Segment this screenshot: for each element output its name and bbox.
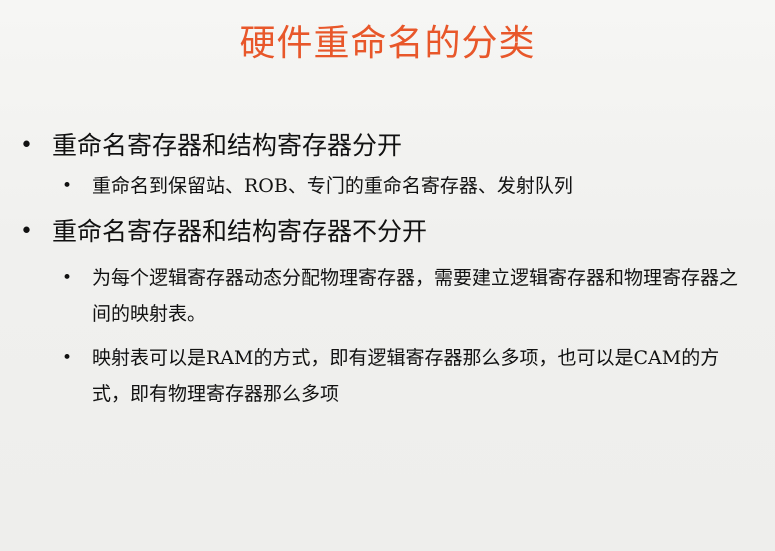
sub-bullet-icon: • <box>62 348 73 368</box>
sub-bullet-icon: • <box>62 268 73 288</box>
sub-bullet-text-2-2: 映射表可以是RAM的方式，即有逻辑寄存器那么多项，也可以是CAM的方式，即有物理… <box>92 347 720 405</box>
bullet-item-1: • 重命名寄存器和结构寄存器分开 <box>0 126 775 166</box>
slide-content: • 重命名寄存器和结构寄存器分开 • 重命名到保留站、ROB、专门的重命名寄存器… <box>0 126 775 412</box>
sub-bullet-text-1-1: 重命名到保留站、ROB、专门的重命名寄存器、发射队列 <box>92 175 573 197</box>
sub-bullet-item-1-1: • 重命名到保留站、ROB、专门的重命名寄存器、发射队列 <box>0 168 775 204</box>
sub-bullet-text-2-1: 为每个逻辑寄存器动态分配物理寄存器，需要建立逻辑寄存器和物理寄存器之间的映射表。 <box>92 267 739 325</box>
sub-bullet-icon: • <box>62 176 73 196</box>
slide: 硬件重命名的分类 • 重命名寄存器和结构寄存器分开 • 重命名到保留站、ROB、… <box>0 0 775 551</box>
bullet-text-1: 重命名寄存器和结构寄存器分开 <box>52 131 403 160</box>
bullet-item-2: • 重命名寄存器和结构寄存器不分开 <box>0 212 775 252</box>
bullet-icon: • <box>20 219 33 244</box>
slide-title: 硬件重命名的分类 <box>239 23 536 64</box>
sub-bullet-item-2-2: • 映射表可以是RAM的方式，即有逻辑寄存器那么多项，也可以是CAM的方式，即有… <box>0 340 775 412</box>
bullet-text-2: 重命名寄存器和结构寄存器不分开 <box>52 217 428 246</box>
sub-bullet-item-2-1: • 为每个逻辑寄存器动态分配物理寄存器，需要建立逻辑寄存器和物理寄存器之间的映射… <box>0 260 775 332</box>
bullet-icon: • <box>20 133 33 158</box>
